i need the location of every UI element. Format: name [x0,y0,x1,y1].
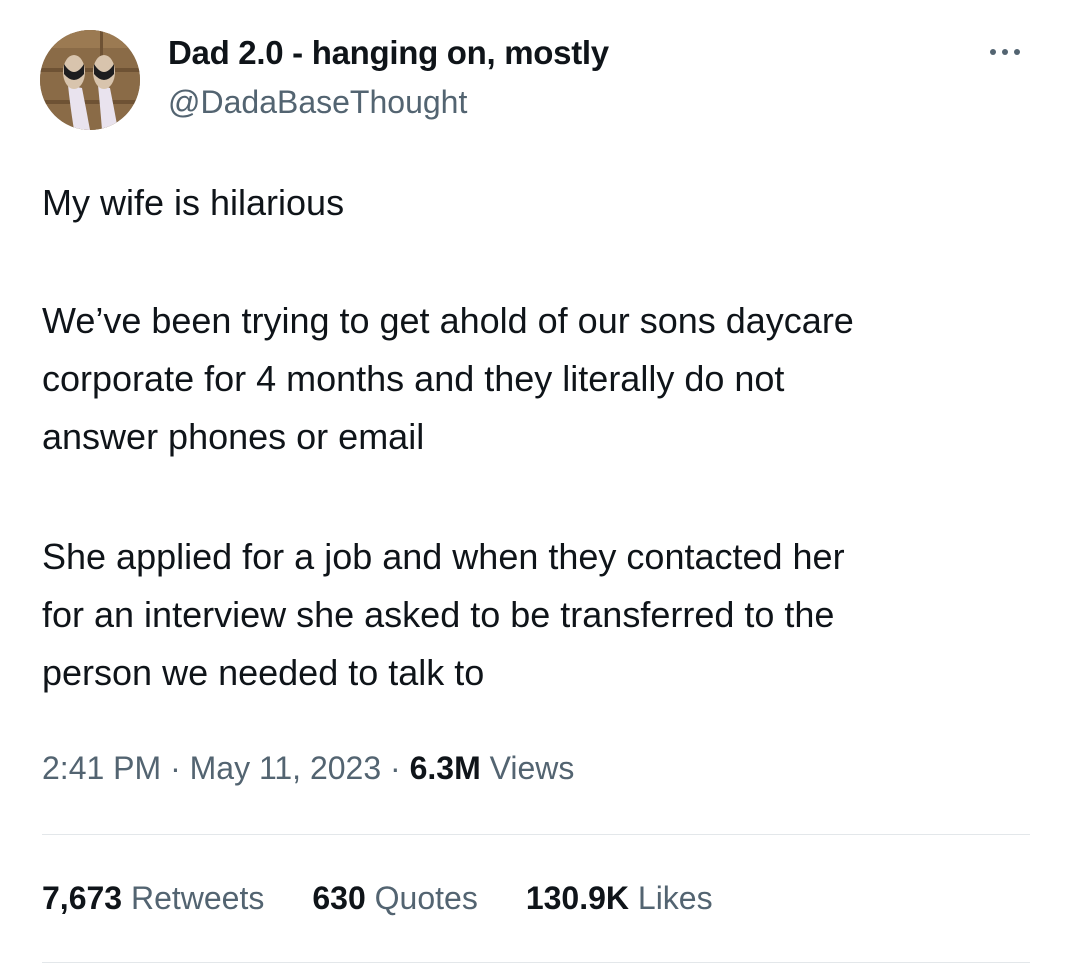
avatar[interactable] [40,30,140,130]
tweet-line: We’ve been trying to get ahold of our so… [42,300,854,341]
tweet-line: My wife is hilarious [42,182,345,223]
meta-separator: · [390,750,401,786]
views-stat[interactable]: 6.3M Views [410,750,575,786]
views-label: Views [489,750,575,786]
tweet-card: Dad 2.0 - hanging on, mostly @DadaBaseTh… [0,0,1070,970]
meta-separator: · [170,750,181,786]
likes-count: 130.9K [525,880,629,916]
tweet-paragraph-3: She applied for a job and when they cont… [42,528,1042,702]
divider [42,962,1030,963]
more-horizontal-icon[interactable] [980,42,1030,62]
quotes-stat[interactable]: 630 Quotes [312,880,477,917]
quotes-label: Quotes [374,880,478,916]
more-dot [1002,49,1008,55]
more-dot [1014,49,1020,55]
author-display-name[interactable]: Dad 2.0 - hanging on, mostly [168,34,609,72]
tweet-paragraph-2: We’ve been trying to get ahold of our so… [42,292,1042,466]
avatar-image [40,30,140,130]
likes-label: Likes [637,880,713,916]
tweet-line: for an interview she asked to be transfe… [42,594,835,635]
tweet-stats: 7,673 Retweets 630 Quotes 130.9K Likes [42,880,713,917]
quotes-count: 630 [312,880,366,916]
tweet-time[interactable]: 2:41 PM [42,750,161,786]
tweet-date[interactable]: May 11, 2023 [190,750,382,786]
tweet-line: answer phones or email [42,416,425,457]
likes-stat[interactable]: 130.9K Likes [526,880,713,917]
tweet-paragraph-1: My wife is hilarious [42,174,1042,232]
more-dot [990,49,996,55]
author-handle[interactable]: @DadaBaseThought [168,84,467,121]
views-count: 6.3M [409,750,481,786]
divider [42,834,1030,835]
tweet-line: corporate for 4 months and they literall… [42,358,785,399]
retweets-stat[interactable]: 7,673 Retweets [42,880,264,917]
tweet-line: She applied for a job and when they cont… [42,536,845,577]
retweets-count: 7,673 [42,880,123,916]
tweet-line: person we needed to talk to [42,652,485,693]
tweet-meta: 2:41 PM · May 11, 2023 · 6.3M Views [42,750,574,787]
retweets-label: Retweets [130,880,265,916]
